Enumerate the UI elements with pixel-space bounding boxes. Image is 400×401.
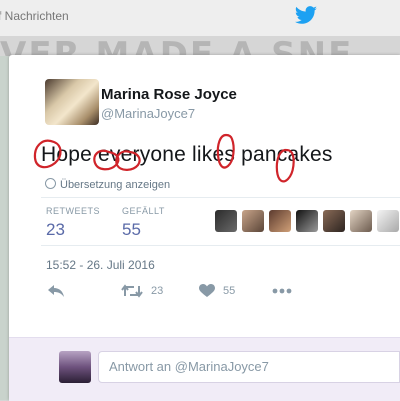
reply-button[interactable] <box>47 284 65 298</box>
retweet-button[interactable]: 23 <box>121 284 163 298</box>
translate-link[interactable]: Übersetzung anzeigen <box>45 178 170 191</box>
reply-bar: Antwort an @MarinaJoyce7 <box>9 337 400 401</box>
more-button[interactable] <box>272 288 292 294</box>
reply-arrow-icon <box>48 285 64 297</box>
background-headline: VER MADE A SNE <box>0 35 354 56</box>
background-strip <box>0 56 9 400</box>
current-user-avatar <box>59 351 91 383</box>
liker-avatar[interactable] <box>242 210 264 232</box>
liker-avatar[interactable] <box>296 210 318 232</box>
tweet-card: Marina Rose Joyce @MarinaJoyce7 Hope eve… <box>9 55 400 401</box>
tweet-timestamp[interactable]: 15:52 - 26. Juli 2016 <box>46 258 155 272</box>
twitter-bird-icon[interactable] <box>294 6 318 31</box>
liker-avatar[interactable] <box>269 210 291 232</box>
top-bar: f Nachrichten <box>0 0 400 36</box>
retweet-icon <box>121 284 143 298</box>
author-handle[interactable]: @MarinaJoyce7 <box>101 106 195 121</box>
likes-stat[interactable]: GEFÄLLT 55 <box>122 206 165 240</box>
stats-bottom-divider <box>41 245 400 246</box>
like-count: 55 <box>223 285 236 297</box>
retweets-stat[interactable]: RETWEETS 23 <box>46 206 100 240</box>
author-avatar[interactable] <box>45 79 99 125</box>
tweet-text: Hope everyone likes pancakes <box>41 143 333 166</box>
translate-label: Übersetzung anzeigen <box>60 179 171 191</box>
liker-avatar[interactable] <box>350 210 372 232</box>
reply-input[interactable]: Antwort an @MarinaJoyce7 <box>98 351 400 383</box>
retweets-value: 23 <box>46 220 65 239</box>
globe-icon <box>45 178 56 189</box>
likes-value: 55 <box>122 220 141 239</box>
author-name[interactable]: Marina Rose Joyce <box>101 86 237 103</box>
stats-top-divider <box>41 197 400 198</box>
heart-icon <box>199 284 215 297</box>
liker-avatar[interactable] <box>323 210 345 232</box>
notifications-link[interactable]: f Nachrichten <box>0 9 69 23</box>
retweets-label: RETWEETS <box>46 206 101 216</box>
tweet-actions: 23 55 <box>9 284 400 306</box>
like-button[interactable]: 55 <box>199 284 235 298</box>
more-dots-icon <box>272 288 292 294</box>
retweet-count: 23 <box>151 285 164 297</box>
liker-avatar[interactable] <box>215 210 237 232</box>
likes-label: GEFÄLLT <box>122 206 165 216</box>
liker-avatar[interactable] <box>377 210 399 232</box>
